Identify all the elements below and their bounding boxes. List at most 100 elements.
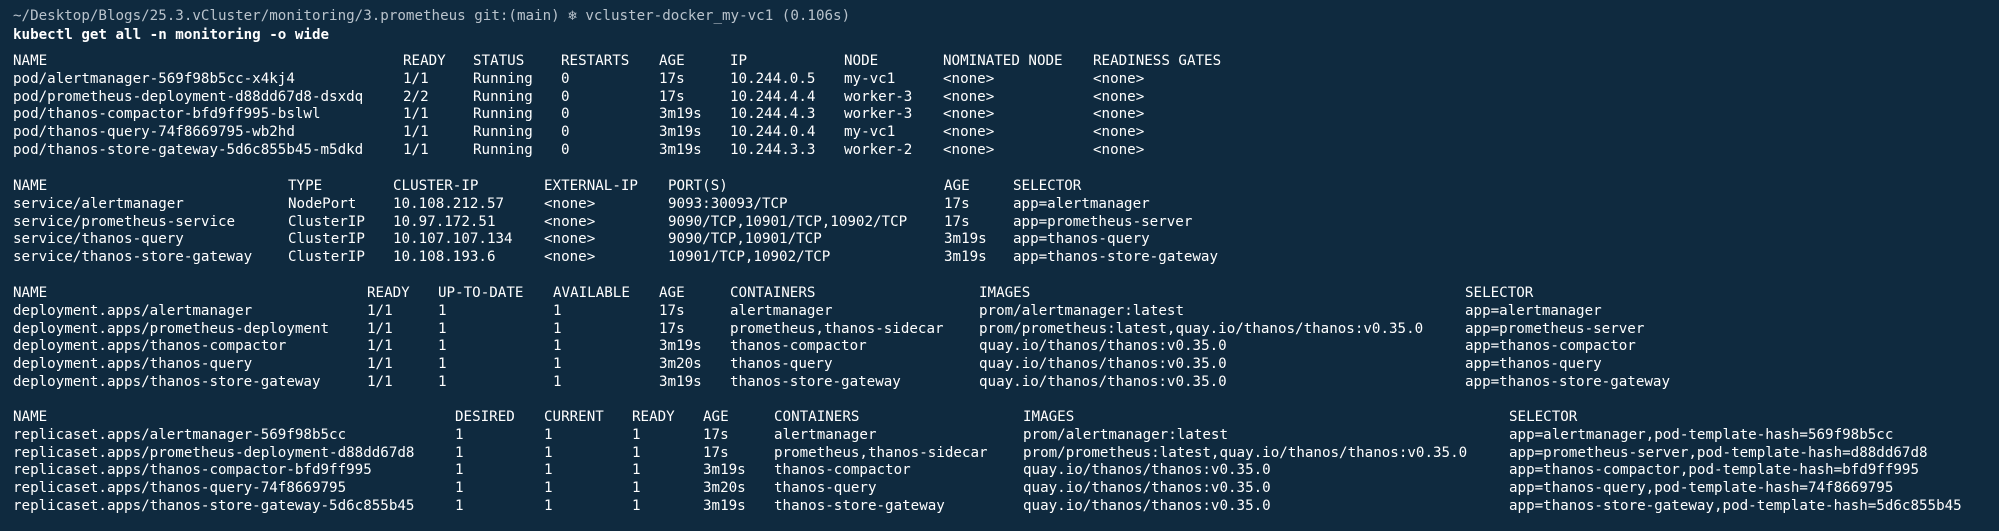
replicasets-cell: 3m19s	[703, 462, 746, 479]
pods-cell: <none>	[943, 142, 995, 158]
deployments-cell: prometheus,thanos-sidecar	[730, 320, 944, 337]
services-header-2: CLUSTER-IP	[393, 178, 479, 194]
pods-cell: 17s	[659, 88, 685, 105]
replicasets-cell: 1	[455, 480, 464, 497]
pods-cell: 0	[561, 142, 570, 158]
services-cell: app=thanos-query	[1013, 231, 1150, 248]
replicasets-cell: replicaset.apps/thanos-query-74f8669795	[13, 480, 347, 497]
services-cell: <none>	[544, 195, 596, 212]
replicasets-cell: 1	[455, 498, 464, 514]
services-cell: 9093:30093/TCP	[668, 195, 788, 212]
pods-cell: 3m19s	[659, 124, 702, 141]
pods-cell: <none>	[943, 88, 995, 105]
pods-cell: 10.244.0.4	[730, 124, 816, 141]
deployments-cell: 3m20s	[659, 356, 702, 373]
replicasets-header-5: CONTAINERS	[774, 409, 860, 425]
services-cell: ClusterIP	[288, 213, 365, 230]
replicasets-cell: replicaset.apps/thanos-compactor-bfd9ff9…	[13, 462, 372, 479]
deployments-header-1: READY	[367, 285, 410, 301]
pods-cell: <none>	[1093, 142, 1145, 158]
deployments-cell: app=alertmanager	[1465, 302, 1602, 319]
services-cell: 9090/TCP,10901/TCP,10902/TCP	[668, 213, 908, 230]
deployments-cell: 1	[438, 374, 447, 390]
pods-cell: 0	[561, 106, 570, 123]
deployments-cell: 1/1	[367, 356, 393, 373]
pods-header-3: RESTARTS	[561, 53, 630, 69]
pods-cell: 3m19s	[659, 142, 702, 158]
pods-cell: 1/1	[403, 142, 429, 158]
deployments-cell: 1	[438, 338, 447, 355]
pods-cell: pod/prometheus-deployment-d88dd67d8-dsxd…	[13, 88, 364, 105]
pods-cell: pod/thanos-store-gateway-5d6c855b45-m5dk…	[13, 142, 364, 158]
pods-cell: 1/1	[403, 70, 429, 87]
services-header-4: PORT(S)	[668, 178, 728, 194]
replicasets-cell: quay.io/thanos/thanos:v0.35.0	[1023, 462, 1271, 479]
services-cell: app=alertmanager	[1013, 195, 1150, 212]
replicasets-cell: 3m20s	[703, 480, 746, 497]
deployments-cell: app=thanos-compactor	[1465, 338, 1636, 355]
deployments-header-0: NAME	[13, 285, 48, 301]
replicasets-header-3: READY	[632, 409, 675, 425]
pods-cell: Running	[473, 106, 533, 123]
deployments-cell: alertmanager	[730, 302, 833, 319]
shell-prompt: ~/Desktop/Blogs/25.3.vCluster/monitoring…	[13, 8, 850, 26]
replicasets-cell: replicaset.apps/prometheus-deployment-d8…	[13, 444, 415, 461]
services-cell: 10901/TCP,10902/TCP	[668, 249, 831, 266]
services-cell: 3m19s	[944, 231, 987, 248]
pods-cell: 3m19s	[659, 106, 702, 123]
replicasets-cell: replicaset.apps/alertmanager-569f98b5cc	[13, 426, 347, 443]
replicasets-cell: thanos-store-gateway	[774, 498, 945, 514]
deployments-cell: 1/1	[367, 374, 393, 390]
services-cell: 17s	[944, 195, 970, 212]
pods-header-0: NAME	[13, 53, 48, 69]
pods-cell: Running	[473, 124, 533, 141]
replicasets-header-7: SELECTOR	[1509, 409, 1578, 425]
replicasets-cell: 1	[632, 480, 641, 497]
deployments-cell: thanos-compactor	[730, 338, 867, 355]
pods-header-6: NODE	[844, 53, 879, 69]
replicasets-cell: 3m19s	[703, 498, 746, 514]
pods-cell: 0	[561, 70, 570, 87]
replicasets-cell: 1	[544, 444, 553, 461]
deployments-cell: quay.io/thanos/thanos:v0.35.0	[979, 374, 1227, 390]
deployments-cell: 17s	[659, 320, 685, 337]
services-header-1: TYPE	[288, 178, 323, 194]
pods-cell: worker-3	[844, 88, 913, 105]
replicasets-cell: app=thanos-query,pod-template-hash=74f86…	[1509, 480, 1894, 497]
pods-header-7: NOMINATED NODE	[943, 53, 1063, 69]
services-cell: <none>	[544, 213, 596, 230]
pods-header-8: READINESS GATES	[1093, 53, 1222, 69]
replicasets-cell: replicaset.apps/thanos-store-gateway-5d6…	[13, 498, 415, 514]
deployments-cell: deployment.apps/thanos-store-gateway	[13, 374, 321, 390]
services-cell: app=prometheus-server	[1013, 213, 1193, 230]
deployments-cell: prom/alertmanager:latest	[979, 302, 1184, 319]
replicasets-cell: 1	[455, 426, 464, 443]
replicasets-cell: 1	[632, 462, 641, 479]
services-cell: service/alertmanager	[13, 195, 184, 212]
pods-cell: <none>	[1093, 106, 1145, 123]
deployments-cell: 1	[553, 374, 562, 390]
replicasets-cell: app=prometheus-server,pod-template-hash=…	[1509, 444, 1928, 461]
services-cell: service/thanos-store-gateway	[13, 249, 253, 266]
services-cell: ClusterIP	[288, 231, 365, 248]
deployments-cell: 1	[553, 356, 562, 373]
services-cell: 10.97.172.51	[393, 213, 496, 230]
pods-cell: <none>	[1093, 88, 1145, 105]
replicasets-cell: thanos-compactor	[774, 462, 911, 479]
deployments-cell: 3m19s	[659, 338, 702, 355]
replicasets-cell: 1	[455, 462, 464, 479]
services-cell: service/prometheus-service	[13, 213, 236, 230]
pods-cell: 10.244.4.3	[730, 106, 816, 123]
pods-cell: <none>	[1093, 124, 1145, 141]
deployments-header-4: AGE	[659, 285, 685, 301]
pods-cell: 0	[561, 124, 570, 141]
services-cell: service/thanos-query	[13, 231, 184, 248]
deployments-cell: quay.io/thanos/thanos:v0.35.0	[979, 338, 1227, 355]
pods-cell: worker-2	[844, 142, 913, 158]
terminal-window[interactable]: ~/Desktop/Blogs/25.3.vCluster/monitoring…	[0, 0, 1999, 531]
pods-header-4: AGE	[659, 53, 685, 69]
replicasets-cell: 1	[544, 498, 553, 514]
pods-cell: <none>	[1093, 70, 1145, 87]
deployments-cell: 3m19s	[659, 374, 702, 390]
replicasets-cell: prom/alertmanager:latest	[1023, 426, 1228, 443]
